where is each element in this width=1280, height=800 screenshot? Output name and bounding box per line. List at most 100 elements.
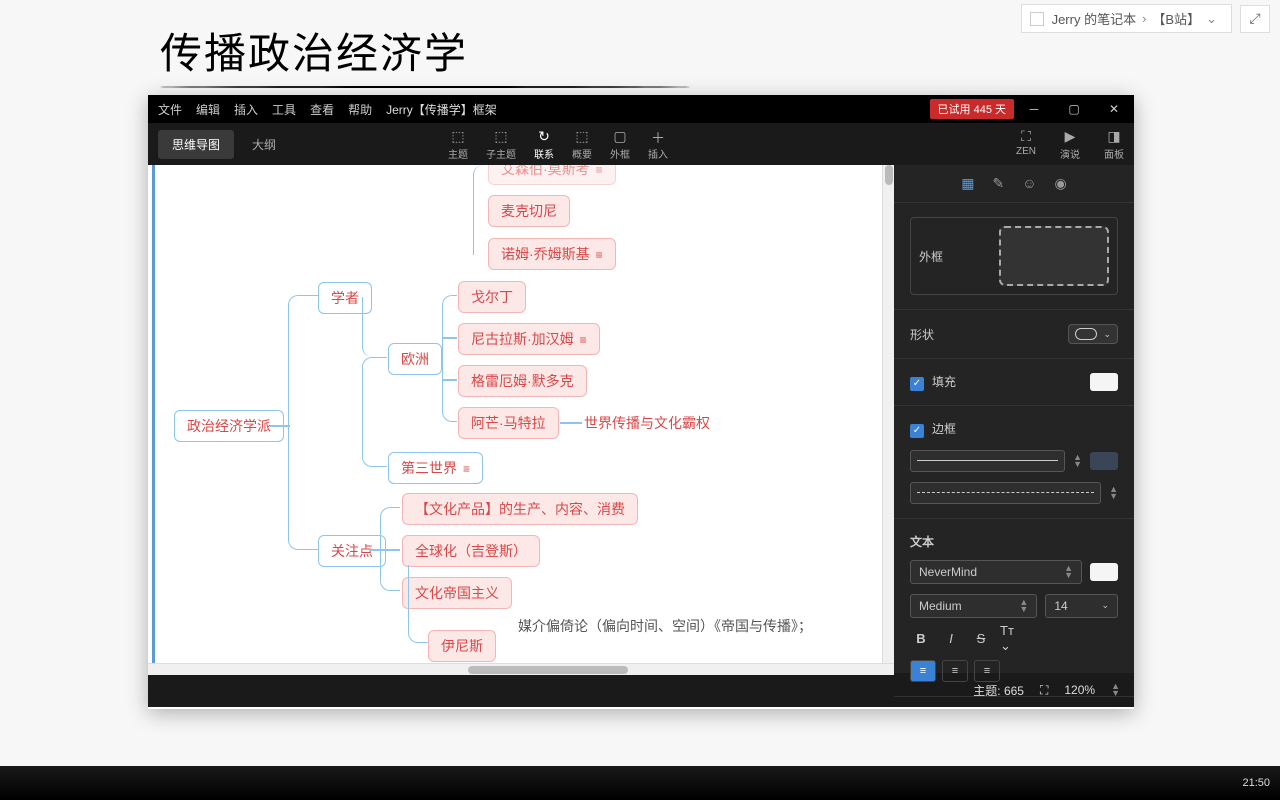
text-color-swatch[interactable] (1090, 563, 1118, 581)
guide-line (152, 165, 155, 673)
node-root[interactable]: 政治经济学派 (174, 410, 284, 442)
mindmap-canvas[interactable]: 政治经济学派 学者 欧洲 第三世界≡ 关注点 艾森伯·莫斯考≡ 麦克切尼 诺姆·… (148, 165, 894, 673)
menu-view[interactable]: 查看 (310, 101, 334, 118)
vertical-scrollbar[interactable] (882, 165, 894, 663)
view-mindmap[interactable]: 思维导图 (158, 130, 234, 159)
fill-swatch[interactable] (1090, 373, 1118, 391)
node-innis[interactable]: 伊尼斯 (428, 630, 496, 662)
align-center-button[interactable]: ≡ (942, 660, 968, 682)
note-icon: ≡ (463, 462, 470, 476)
fill-checkbox[interactable]: ✓ (910, 377, 924, 391)
node-person-5[interactable]: 尼古拉斯·加汉姆≡ (458, 323, 600, 355)
menu-tools[interactable]: 工具 (272, 101, 296, 118)
connector (442, 379, 457, 381)
zoom-level[interactable]: 120% (1064, 683, 1095, 697)
zoom-stepper[interactable]: ▲▼ (1111, 683, 1120, 697)
tool-topic[interactable]: ⬚主题 (448, 128, 468, 161)
font-size-select[interactable]: 14⌄ (1045, 594, 1118, 618)
menu-edit[interactable]: 编辑 (196, 101, 220, 118)
border-style-select[interactable] (910, 482, 1101, 504)
windows-taskbar[interactable]: 21:50 (0, 766, 1280, 800)
bold-button[interactable]: B (910, 628, 932, 650)
node-focus-1[interactable]: 【文化产品】的生产、内容、消费 (402, 493, 638, 525)
node-person-1[interactable]: 艾森伯·莫斯考≡ (488, 165, 616, 185)
node-person-3[interactable]: 诺姆·乔姆斯基≡ (488, 238, 616, 270)
node-third-world[interactable]: 第三世界≡ (388, 452, 483, 484)
topics-count: 665 (1004, 684, 1024, 698)
tool-boundary[interactable]: ▢外框 (610, 128, 630, 161)
connector (560, 422, 582, 424)
panel-tab-edit[interactable]: ✎ (992, 175, 1004, 192)
tool-panel[interactable]: ◨面板 (1104, 128, 1124, 161)
connector (362, 357, 387, 427)
connector (362, 297, 387, 357)
tool-summary[interactable]: ⬚概要 (572, 128, 592, 161)
connector (380, 507, 400, 549)
clock: 21:50 (1242, 777, 1270, 789)
border-checkbox[interactable]: ✓ (910, 424, 924, 438)
connector (362, 427, 387, 467)
topic-icon: ⬚ (451, 128, 464, 144)
view-outline[interactable]: 大纲 (238, 130, 290, 159)
border-color-swatch[interactable] (1090, 452, 1118, 470)
stepper-icon[interactable]: ▲▼ (1073, 454, 1082, 468)
boundary-preview[interactable] (999, 226, 1109, 286)
node-focus-2[interactable]: 全球化（吉登斯） (402, 535, 540, 567)
node-person-7[interactable]: 阿芒·马特拉 (458, 407, 559, 439)
tool-zen[interactable]: ⛶ZEN (1016, 128, 1036, 161)
node-person-4[interactable]: 戈尔丁 (458, 281, 526, 313)
relation-icon: ↻ (538, 128, 550, 144)
node-detail-innis: 媒介偏倚论（偏向时间、空间）《帝国与传播》； (518, 617, 838, 637)
note-icon: ≡ (596, 165, 603, 177)
font-family-select[interactable]: NeverMind▲▼ (910, 560, 1082, 584)
minimize-button[interactable]: ─ (1014, 95, 1054, 123)
boundary-icon: ▢ (613, 128, 626, 144)
connector (442, 337, 457, 339)
panel-tab-tag[interactable]: ◉ (1055, 175, 1067, 192)
menu-insert[interactable]: 插入 (234, 101, 258, 118)
text-label: 文本 (910, 533, 934, 550)
connector (288, 295, 318, 425)
xmind-window: 文件 编辑 插入 工具 查看 帮助 Jerry【传播学】框架 已试用 445 天… (148, 95, 1134, 709)
format-panel: ▦ ✎ ☺ ◉ 外框 形状 ⌄ ✓填充 (894, 165, 1134, 673)
panel-tab-emoji[interactable]: ☺ (1022, 175, 1036, 192)
strike-button[interactable]: S (970, 628, 992, 650)
node-person-2[interactable]: 麦克切尼 (488, 195, 570, 227)
horizontal-scrollbar[interactable] (148, 663, 894, 675)
panel-tab-format[interactable]: ▦ (961, 175, 974, 192)
notebook-icon (1030, 12, 1044, 26)
chevron-down-icon[interactable]: ⌄ (1206, 11, 1217, 27)
fill-label: 填充 (932, 375, 956, 389)
panel-icon: ◨ (1107, 128, 1120, 144)
shape-select[interactable]: ⌄ (1068, 324, 1118, 344)
tool-present[interactable]: ▶演说 (1060, 128, 1080, 161)
breadcrumb[interactable]: Jerry 的笔记本 › 【B站】 ⌄ (1021, 4, 1232, 33)
close-button[interactable]: ✕ (1094, 95, 1134, 123)
align-right-button[interactable]: ≡ (974, 660, 1000, 682)
tool-subtopic[interactable]: ⬚子主题 (486, 128, 516, 161)
maximize-button[interactable]: ▢ (1054, 95, 1094, 123)
italic-button[interactable]: I (940, 628, 962, 650)
stepper-icon[interactable]: ▲▼ (1109, 486, 1118, 500)
chevron-right-icon: › (1142, 11, 1146, 26)
menu-help[interactable]: 帮助 (348, 101, 372, 118)
expand-button[interactable]: ⤢ (1240, 5, 1270, 33)
node-europe[interactable]: 欧洲 (388, 343, 442, 375)
border-width-select[interactable] (910, 450, 1065, 472)
trial-badge: 已试用 445 天 (930, 99, 1014, 119)
connector (288, 425, 318, 550)
align-left-button[interactable]: ≡ (910, 660, 936, 682)
map-icon[interactable]: ⛶ (1040, 683, 1048, 698)
menu-file[interactable]: 文件 (158, 101, 182, 118)
insert-icon: ＋ (651, 128, 665, 144)
connector (473, 165, 488, 255)
tool-insert[interactable]: ＋插入 (648, 128, 668, 161)
summary-icon: ⬚ (575, 128, 588, 144)
tool-relation[interactable]: ↻联系 (534, 128, 554, 161)
case-button[interactable]: Tᴛ ⌄ (1000, 628, 1022, 650)
breadcrumb-section: 【B站】 (1152, 9, 1200, 28)
node-person-6[interactable]: 格雷厄姆·默多克 (458, 365, 587, 397)
node-focus[interactable]: 关注点 (318, 535, 386, 567)
font-weight-select[interactable]: Medium▲▼ (910, 594, 1037, 618)
connector (442, 295, 457, 357)
